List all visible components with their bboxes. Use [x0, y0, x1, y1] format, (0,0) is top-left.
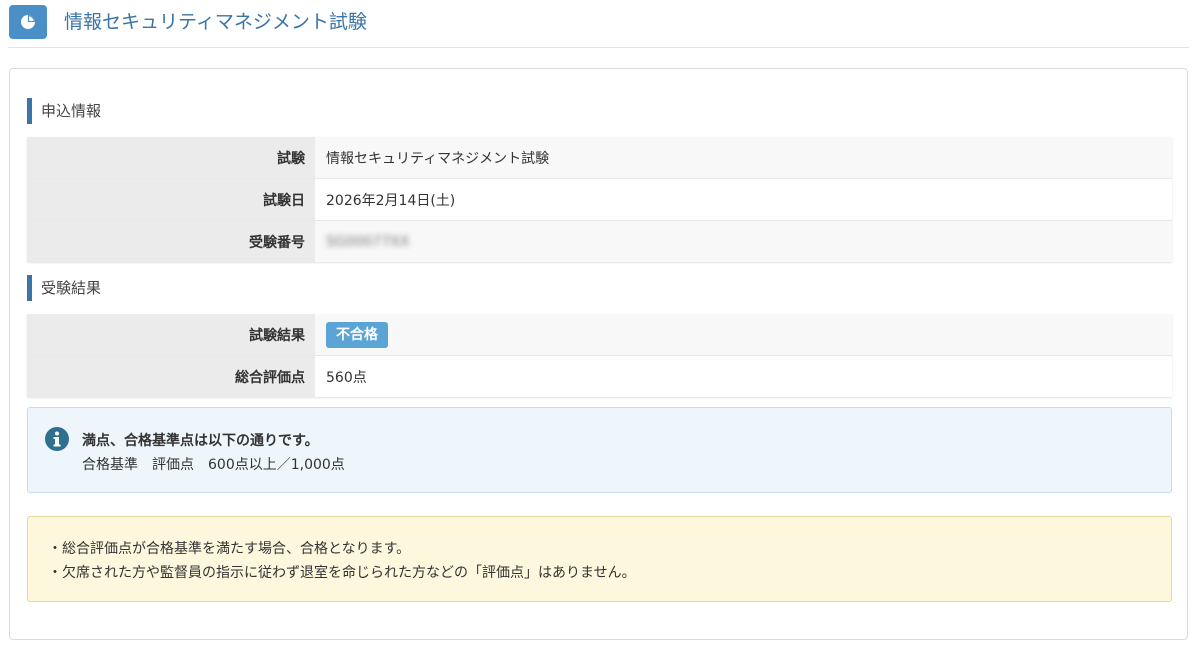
page-header: 情報セキュリティマネジメント試験: [0, 0, 1200, 48]
score-info-alert: 満点、合格基準点は以下の通りです。 合格基準 評価点 600点以上／1,000点: [27, 407, 1172, 493]
score-criteria-value: 600点以上／1,000点: [208, 457, 345, 473]
header-divider: [8, 47, 1189, 48]
table-row: 試験結果 不合格: [27, 314, 1172, 356]
info-circle-icon: [45, 427, 69, 451]
pie-chart-icon: [9, 5, 47, 39]
exam-date-value: 2026年2月14日(土): [315, 178, 1172, 221]
table-row: 試験 情報セキュリティマネジメント試験: [27, 137, 1172, 179]
note-item: ・総合評価点が合格基準を満たす場合、合格となります。: [48, 541, 411, 557]
exam-number-value: SG00077XX: [326, 233, 410, 250]
result-label: 試験結果: [27, 314, 315, 356]
exam-date-label: 試験日: [27, 178, 315, 221]
exam-number-label: 受験番号: [27, 220, 315, 262]
result-section-heading: 受験結果: [27, 275, 101, 301]
criteria-label: 合格基準: [82, 457, 138, 473]
notes-alert: ・総合評価点が合格基準を満たす場合、合格となります。 ・欠席された方や監督員の指…: [27, 516, 1172, 602]
status-badge: 不合格: [326, 321, 388, 348]
result-table: 試験結果 不合格 総合評価点 560点: [27, 314, 1172, 397]
score-label: 評価点: [152, 457, 194, 473]
table-row: 受験番号 SG00077XX: [27, 220, 1172, 262]
info-title: 満点、合格基準点は以下の通りです。: [82, 433, 319, 449]
application-info-table: 試験 情報セキュリティマネジメント試験 試験日 2026年2月14日(土) 受験…: [27, 137, 1172, 262]
page-title: 情報セキュリティマネジメント試験: [64, 11, 367, 33]
application-section-heading: 申込情報: [27, 98, 101, 124]
total-score-label: 総合評価点: [27, 355, 315, 397]
main-panel: 申込情報 試験 情報セキュリティマネジメント試験 試験日 2026年2月14日(…: [9, 68, 1188, 640]
criteria-line: 合格基準 評価点 600点以上／1,000点: [82, 454, 359, 474]
exam-label: 試験: [27, 137, 315, 179]
table-row: 試験日 2026年2月14日(土): [27, 178, 1172, 221]
total-score-value: 560点: [315, 355, 1172, 397]
exam-value: 情報セキュリティマネジメント試験: [315, 137, 1172, 179]
note-item: ・欠席された方や監督員の指示に従わず退室を命じられた方などの「評価点」はありませ…: [48, 565, 636, 581]
table-row: 総合評価点 560点: [27, 355, 1172, 397]
